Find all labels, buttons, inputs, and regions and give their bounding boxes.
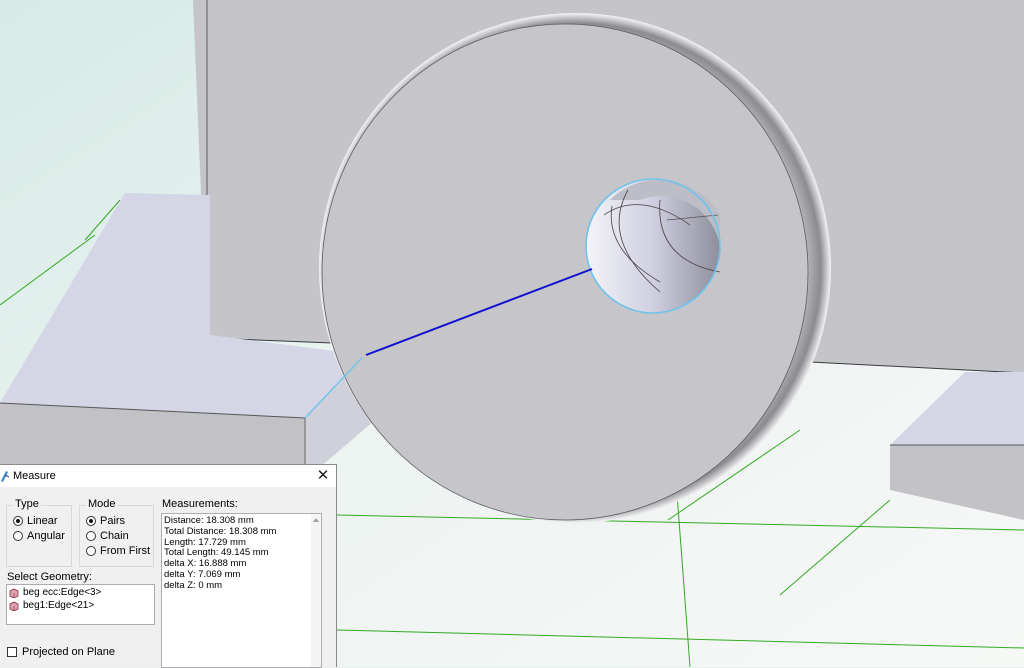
list-item-label: beg ecc:Edge<3> xyxy=(23,587,102,598)
checkbox-box[interactable] xyxy=(7,647,17,657)
bore-hole xyxy=(585,178,721,314)
radio-unselected-icon xyxy=(86,546,96,556)
measure-dialog: Measure ✕ Type Linear Angular Mode Pairs… xyxy=(0,464,337,668)
face-selection-icon xyxy=(9,601,19,611)
list-item[interactable]: beg1:Edge<21> xyxy=(9,599,152,612)
measurements-label: Measurements: xyxy=(162,498,238,510)
mode-from-first-label: From First xyxy=(100,545,151,557)
mode-pairs-radio[interactable]: Pairs xyxy=(86,514,125,528)
face-selection-icon xyxy=(9,588,19,598)
radio-selected-icon xyxy=(13,516,23,526)
mode-pairs-label: Pairs xyxy=(100,515,126,527)
mode-from-first-radio[interactable]: From First xyxy=(86,544,150,558)
type-angular-radio[interactable]: Angular xyxy=(13,529,65,543)
type-linear-label: Linear xyxy=(27,515,58,527)
scroll-up-icon[interactable] xyxy=(313,518,319,522)
radio-unselected-icon xyxy=(13,531,23,541)
dialog-titlebar[interactable]: Measure ✕ xyxy=(0,465,336,487)
dialog-title: Measure xyxy=(13,470,56,482)
measurements-panel[interactable]: Distance: 18.308 mm Total Distance: 18.3… xyxy=(161,513,322,668)
measurement-line: delta Z: 0 mm xyxy=(164,579,223,591)
close-icon: ✕ xyxy=(316,467,330,484)
radio-selected-icon xyxy=(86,516,96,526)
select-geometry-label: Select Geometry: xyxy=(7,571,92,583)
mode-chain-radio[interactable]: Chain xyxy=(86,529,129,543)
mode-chain-label: Chain xyxy=(100,530,129,542)
mode-group-label: Mode xyxy=(86,498,118,510)
radio-unselected-icon xyxy=(86,531,96,541)
mode-group: Mode Pairs Chain From First xyxy=(79,498,154,567)
measurement-line: Total Distance: 18.308 mm xyxy=(164,525,277,537)
type-angular-label: Angular xyxy=(27,530,65,542)
projected-on-plane-checkbox[interactable]: Projected on Plane xyxy=(7,646,115,658)
close-button[interactable]: ✕ xyxy=(314,467,332,485)
type-group: Type Linear Angular xyxy=(6,498,72,567)
measure-caliper-icon xyxy=(1,471,10,482)
list-item-label: beg1:Edge<21> xyxy=(23,600,95,611)
type-linear-radio[interactable]: Linear xyxy=(13,514,58,528)
select-geometry-list[interactable]: beg ecc:Edge<3> beg1:Edge<21> xyxy=(6,584,155,625)
projected-on-plane-label: Projected on Plane xyxy=(22,646,115,658)
type-group-label: Type xyxy=(13,498,41,510)
measurements-scrollbar[interactable] xyxy=(311,514,321,667)
disc-face xyxy=(321,23,809,521)
list-item[interactable]: beg ecc:Edge<3> xyxy=(9,586,152,599)
